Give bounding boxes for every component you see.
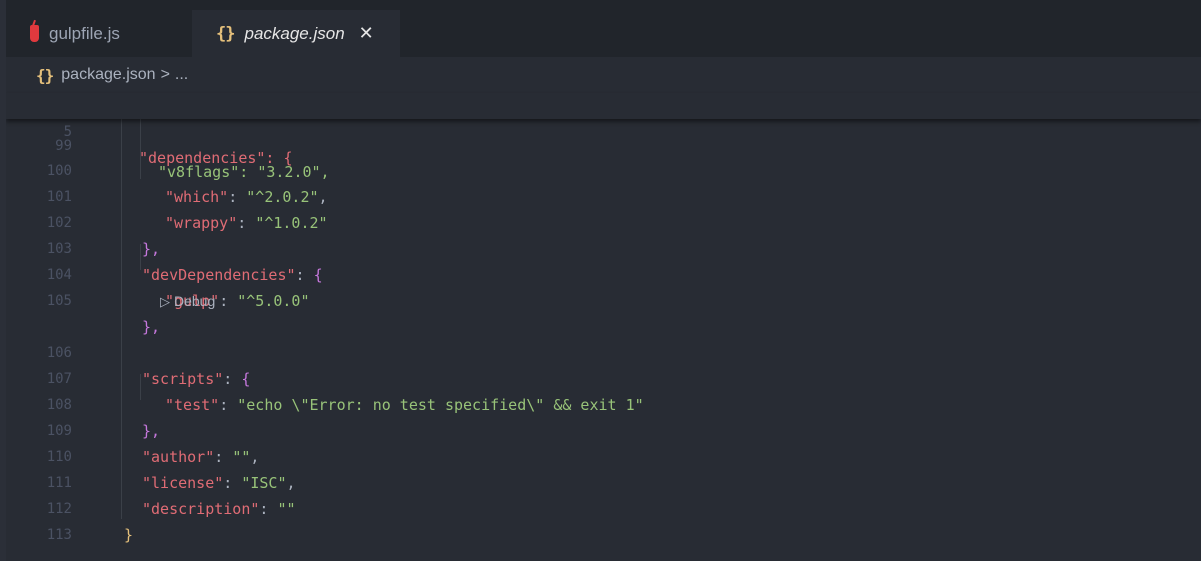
code-line: 106 "scripts": { <box>6 314 1201 388</box>
debug-codelens[interactable]: ▷ Debug <box>160 290 215 312</box>
code-line: 104 "gulp": "^5.0.0" <box>6 236 1201 310</box>
editor-window: gulpfile.js {} package.json ✕ {} package… <box>0 0 1201 561</box>
chevron-right-icon: > <box>160 66 170 83</box>
code-line: 103 "devDependencies": { <box>6 210 1201 284</box>
braces-icon: {} <box>36 65 54 85</box>
code-line: 107 "test": "echo \"Error: no test speci… <box>6 340 1201 414</box>
tab-package-json[interactable]: {} package.json ✕ <box>192 10 400 57</box>
code-editor[interactable]: 99 "v8flags": "3.2.0", 5 "dependencies":… <box>6 93 1201 561</box>
debug-label: Debug <box>174 293 216 309</box>
braces-icon: {} <box>216 23 236 44</box>
colon: : <box>219 292 238 310</box>
code-line: 111 "description": "" <box>6 444 1201 518</box>
code-line: 113 <box>6 496 1201 543</box>
close-icon[interactable]: ✕ <box>359 23 374 44</box>
breadcrumb-file[interactable]: package.json <box>61 66 155 84</box>
code-line: 108 }, <box>6 366 1201 440</box>
breadcrumb-more[interactable]: ... <box>175 66 188 84</box>
code-line: 105 }, <box>6 262 1201 336</box>
close-brace: } <box>124 526 134 544</box>
sticky-scroll-header[interactable]: 5 "dependencies": { <box>6 93 1201 167</box>
breadcrumb: {} package.json > ... <box>36 63 188 87</box>
tab-bar: gulpfile.js {} package.json ✕ <box>6 0 1201 57</box>
play-icon: ▷ <box>160 294 170 309</box>
json-value: "^5.0.0" <box>237 292 310 310</box>
tab-label: gulpfile.js <box>49 23 120 43</box>
line-number: 113 <box>46 527 72 543</box>
line-text: "dependencies": { <box>139 149 293 167</box>
line-number: 105 <box>46 293 72 309</box>
line-number: 5 <box>63 124 72 140</box>
tab-gulpfile[interactable]: gulpfile.js <box>6 10 192 57</box>
code-line: 102 }, <box>6 184 1201 258</box>
tab-label: package.json <box>244 23 345 43</box>
code-line: 109 "author": "", <box>6 392 1201 466</box>
code-line: 110 "license": "ISC", <box>6 418 1201 492</box>
code-line: 112 } <box>6 470 1201 544</box>
gulp-icon <box>30 25 39 42</box>
